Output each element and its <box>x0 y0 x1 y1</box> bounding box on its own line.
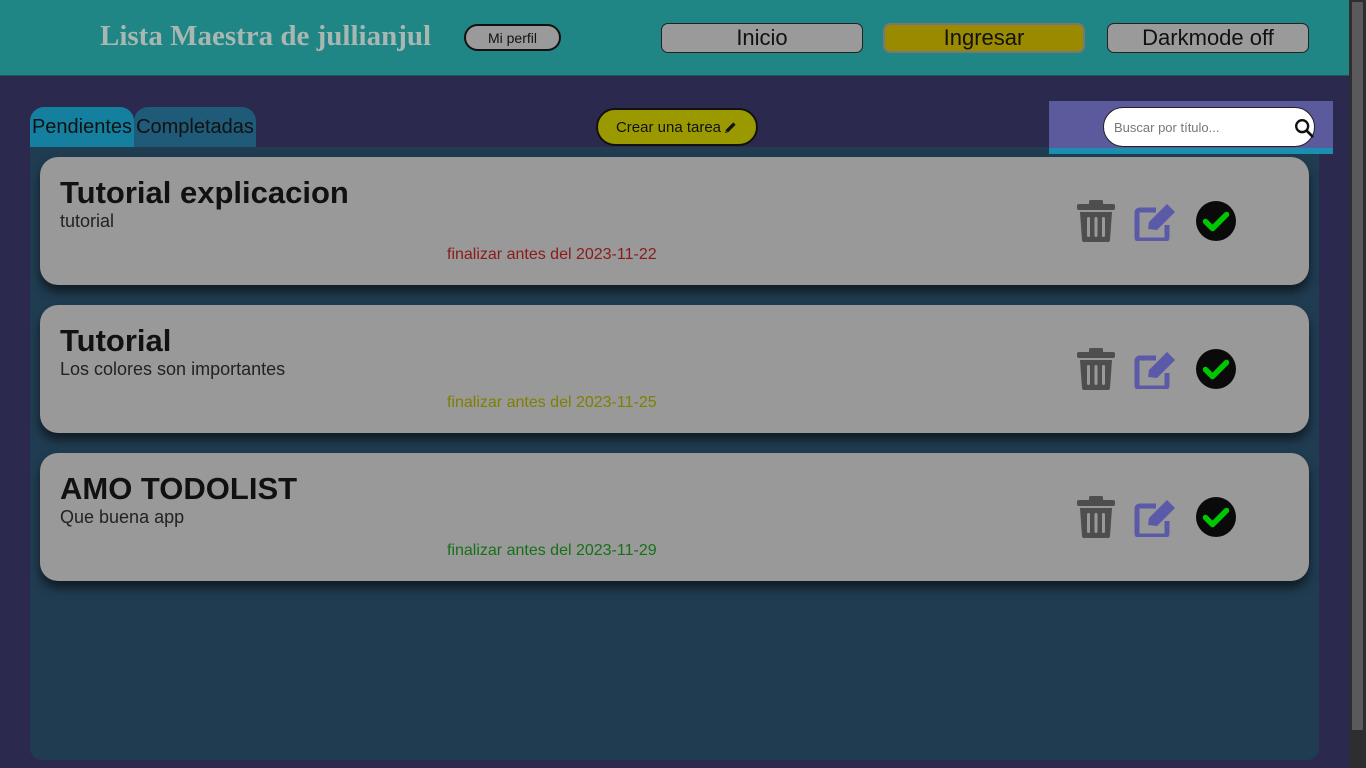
edit-icon[interactable] <box>1134 351 1178 389</box>
task-due-date: finalizar antes del 2023-11-25 <box>447 394 657 411</box>
task-card: AMO TODOLIST Que buena app finalizar ant… <box>40 453 1309 581</box>
trash-icon[interactable] <box>1076 200 1116 242</box>
search-underline <box>1049 148 1333 154</box>
scrollbar-thumb[interactable] <box>1352 2 1363 730</box>
create-task-label: Crear una tarea <box>615 118 722 136</box>
tab-completed[interactable]: Completadas <box>134 107 256 147</box>
profile-button[interactable]: Mi perfil <box>464 24 561 51</box>
search-icon[interactable] <box>1293 117 1315 139</box>
trash-icon[interactable] <box>1076 496 1116 538</box>
task-title: Tutorial <box>60 323 172 358</box>
edit-icon[interactable] <box>1134 499 1178 537</box>
nav-home-button[interactable]: Inicio <box>661 23 863 53</box>
app-title: Lista Maestra de jullianjul <box>100 20 432 52</box>
task-card: Tutorial Los colores son importantes fin… <box>40 305 1309 433</box>
check-circle-icon[interactable] <box>1195 200 1237 242</box>
edit-icon[interactable] <box>1134 203 1178 241</box>
task-title: AMO TODOLIST <box>60 471 298 506</box>
search-bar <box>1049 101 1333 154</box>
task-due-date: finalizar antes del 2023-11-22 <box>447 246 657 263</box>
check-circle-icon[interactable] <box>1195 348 1237 390</box>
task-title: Tutorial explicacion <box>60 175 349 210</box>
darkmode-toggle-button[interactable]: Darkmode off <box>1107 23 1309 53</box>
nav-login-button[interactable]: Ingresar <box>883 23 1085 53</box>
top-header: Lista Maestra de jullianjul Mi perfil In… <box>0 0 1349 76</box>
search-input[interactable] <box>1103 107 1315 147</box>
pencil-icon <box>724 121 736 133</box>
tab-pending[interactable]: Pendientes <box>30 107 134 147</box>
task-description: Que buena app <box>60 507 185 527</box>
task-description: Los colores son importantes <box>60 359 286 379</box>
check-circle-icon[interactable] <box>1195 496 1237 538</box>
task-description: tutorial <box>60 211 115 231</box>
task-card: Tutorial explicacion tutorial finalizar … <box>40 157 1309 285</box>
page-scrollbar[interactable] <box>1349 0 1366 768</box>
create-task-button[interactable]: Crear una tarea <box>596 108 758 146</box>
trash-icon[interactable] <box>1076 348 1116 390</box>
task-due-date: finalizar antes del 2023-11-29 <box>447 542 657 559</box>
